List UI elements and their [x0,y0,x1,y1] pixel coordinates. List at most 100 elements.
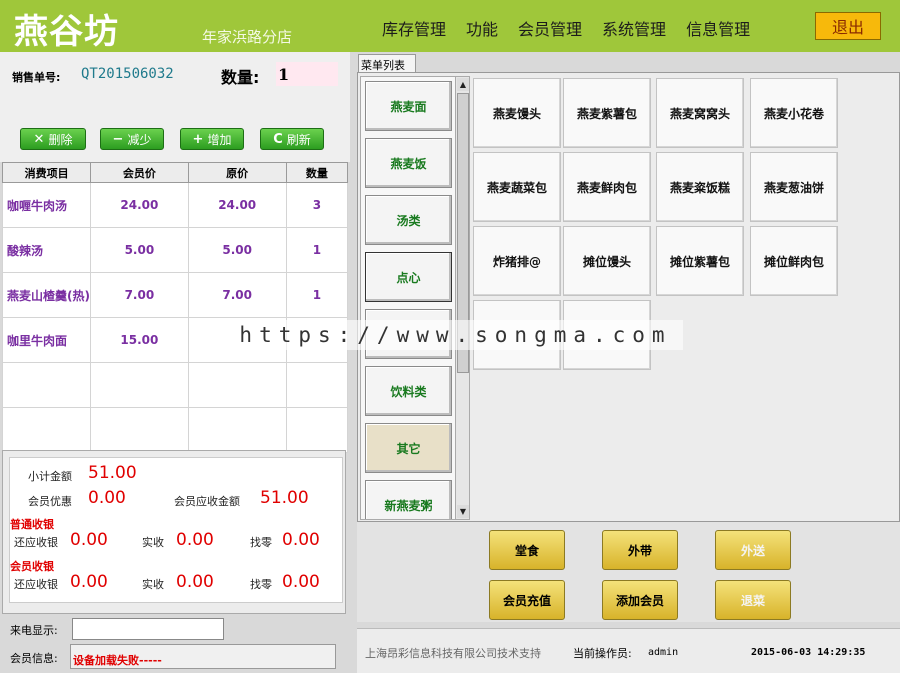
takeaway-button[interactable]: 外带 [602,530,678,570]
col-qty-header: 数量 [285,162,349,183]
member-due2-value: 0.00 [70,572,108,592]
member-info-status: 设备加载失败----- [70,644,336,669]
status-bar: 上海昂彩信息科技有限公司技术支持 当前操作员: admin 2015-06-03… [357,628,900,673]
col-member-price-header: 会员价 [90,162,189,183]
dine-in-button[interactable]: 堂食 [489,530,565,570]
cell-qty: 3 [285,182,349,228]
member-change-value: 0.00 [282,572,320,592]
cell-item: 咖喱牛肉汤 [1,182,92,228]
table-row[interactable]: 燕麦山楂羹(热) 7.00 7.00 1 [1,272,349,318]
dish-button[interactable]: 燕麦小花卷 [750,78,838,148]
scroll-up-icon[interactable]: ▲ [457,78,469,91]
dish-grid: 燕麦馒头 燕麦紫薯包 燕麦窝窝头 燕麦小花卷 燕麦蔬菜包 燕麦鲜肉包 燕麦粢饭糕… [471,76,897,520]
nav-inventory[interactable]: 库存管理 [382,16,446,40]
category-drinks[interactable]: 饮料类 [365,366,452,416]
member-change-label: 找零 [250,578,272,591]
order-number-value: QT201506032 [81,66,174,82]
dish-button[interactable]: 燕麦蔬菜包 [473,152,561,222]
member-due-value: 51.00 [260,488,309,508]
order-type-panel: 堂食 外带 外送 会员充值 添加会员 退菜 [357,522,900,622]
member-received-value: 0.00 [176,572,214,592]
category-new-oat-porridge[interactable]: 新燕麦粥 [365,480,452,519]
scroll-down-icon[interactable]: ▼ [457,505,469,518]
exit-button[interactable]: 退出 [815,12,881,40]
table-row[interactable] [1,407,349,453]
normal-change-label: 找零 [250,536,272,549]
nav-functions[interactable]: 功能 [466,16,498,40]
cell-price: 24.00 [187,182,287,228]
dish-button[interactable]: 摊位馒头 [563,226,651,296]
dish-button[interactable]: 燕麦窝窝头 [656,78,744,148]
order-items-table: 消费项目 会员价 原价 数量 咖喱牛肉汤 24.00 24.00 3 酸辣汤 5… [1,162,349,453]
watermark: https://www.songma.com [228,320,683,350]
delete-icon: ✕ [33,131,45,147]
delete-label: 删除 [48,132,73,147]
decrease-button[interactable]: − 减少 [100,128,164,150]
quantity-input[interactable] [276,62,338,86]
dish-button[interactable]: 燕麦馒头 [473,78,561,148]
cell-member-price: 5.00 [90,227,189,273]
category-dimsum[interactable]: 点心 [365,252,452,302]
member-received-label: 实收 [142,578,164,591]
category-oat-rice[interactable]: 燕麦饭 [365,138,452,188]
cell-price: 5.00 [187,227,287,273]
cell-qty: 1 [285,272,349,318]
totals-panel: 小计金额 51.00 会员优惠 0.00 会员应收金额 51.00 普通收银 还… [2,450,346,614]
category-list: 燕麦面 燕麦饭 汤类 点心 饮料类 其它 新燕麦粥 [360,76,470,520]
subtotal-label: 小计金额 [28,470,72,483]
caller-id-input[interactable] [72,618,224,640]
refresh-button[interactable]: C 刷新 [260,128,324,150]
delivery-button[interactable]: 外送 [715,530,791,570]
member-info-label: 会员信息: [10,652,58,665]
table-row[interactable]: 酸辣汤 5.00 5.00 1 [1,227,349,273]
cell-item: 咖里牛肉面 [1,317,92,363]
add-member-button[interactable]: 添加会员 [602,580,678,620]
category-soup[interactable]: 汤类 [365,195,452,245]
refresh-icon: C [273,131,283,147]
cell-qty: 1 [285,227,349,273]
cell-member-price: 7.00 [90,272,189,318]
member-recharge-button[interactable]: 会员充值 [489,580,565,620]
nav-members[interactable]: 会员管理 [518,16,582,40]
item-actions: ✕ 删除 − 减少 + 增加 C 刷新 [0,114,350,162]
company-support: 上海昂彩信息科技有限公司技术支持 [365,647,541,660]
dish-button[interactable]: 摊位鲜肉包 [750,226,838,296]
increase-button[interactable]: + 增加 [180,128,244,150]
normal-checkout-section: 普通收银 [10,518,54,531]
category-scrollbar[interactable]: ▲ ▼ [455,76,470,520]
subtotal-value: 51.00 [88,463,137,483]
table-header-row: 消费项目 会员价 原价 数量 [1,162,349,183]
member-due2-label: 还应收银 [14,578,58,591]
order-info: 销售单号: QT201506032 数量: [0,52,350,114]
col-price-header: 原价 [187,162,287,183]
dish-button[interactable]: 燕麦粢饭糕 [656,152,744,222]
dish-button[interactable]: 燕麦鲜肉包 [563,152,651,222]
dish-button[interactable]: 燕麦紫薯包 [563,78,651,148]
dish-button[interactable]: 炸猪排@ [473,226,561,296]
table-row[interactable]: 咖喱牛肉汤 24.00 24.00 3 [1,182,349,228]
cell-price: 7.00 [187,272,287,318]
nav-info[interactable]: 信息管理 [686,16,750,40]
normal-received-value: 0.00 [176,530,214,550]
normal-due-label: 还应收银 [14,536,58,549]
main-nav: 库存管理 功能 会员管理 系统管理 信息管理 [372,16,760,40]
cell-member-price: 15.00 [90,317,189,363]
header-bar: 燕谷坊 年家浜路分店 库存管理 功能 会员管理 系统管理 信息管理 退出 [0,0,900,52]
discount-label: 会员优惠 [28,495,72,508]
category-other[interactable]: 其它 [365,423,452,473]
caller-id-label: 来电显示: [10,624,58,637]
tab-menu-list[interactable]: 菜单列表 [358,54,416,72]
table-row[interactable] [1,362,349,408]
nav-system[interactable]: 系统管理 [602,16,666,40]
normal-received-label: 实收 [142,536,164,549]
discount-value: 0.00 [88,488,126,508]
delete-button[interactable]: ✕ 删除 [20,128,86,150]
col-item-header: 消费项目 [1,162,92,183]
dish-button[interactable]: 燕麦葱油饼 [750,152,838,222]
refresh-label: 刷新 [286,132,311,147]
increase-label: 增加 [207,132,232,147]
order-number-label: 销售单号: [12,71,61,84]
category-oat-noodle[interactable]: 燕麦面 [365,81,452,131]
dish-button[interactable]: 摊位紫薯包 [656,226,744,296]
return-dish-button[interactable]: 退菜 [715,580,791,620]
